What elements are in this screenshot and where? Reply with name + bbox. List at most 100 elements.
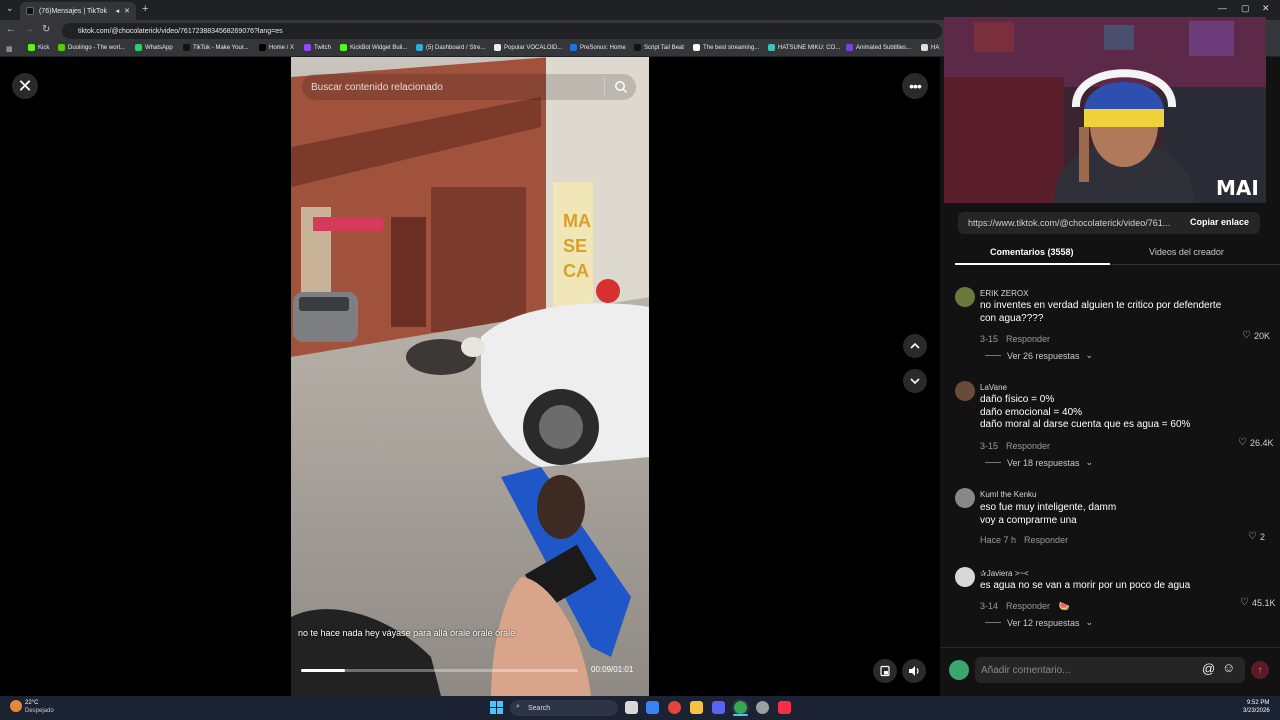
heart-icon: ♡ <box>1240 597 1249 608</box>
like-button[interactable]: ♡ 45.1K <box>1240 597 1276 608</box>
floating-player-button[interactable] <box>873 659 897 683</box>
bookmark-item[interactable]: (5) Dashboard / Stre... <box>416 44 485 51</box>
task-view-icon[interactable] <box>625 701 638 714</box>
file-explorer-icon[interactable] <box>690 701 703 714</box>
clock-date[interactable]: 3/23/2026 <box>1243 708 1270 714</box>
next-video-button[interactable] <box>903 369 927 393</box>
avatar[interactable] <box>955 381 975 401</box>
mention-icon[interactable]: @ <box>1202 661 1215 676</box>
bookmark-item[interactable]: Animated Subtitles... <box>846 44 911 51</box>
bookmark-item[interactable]: WhatsApp <box>135 44 173 51</box>
heart-icon: ♡ <box>1242 330 1251 341</box>
view-replies-button[interactable]: Ver 26 respuestas ⌄ <box>985 350 1093 361</box>
back-icon[interactable]: ← <box>6 24 16 35</box>
arrow-up-icon: ↑ <box>1257 664 1263 676</box>
copy-link-button[interactable]: Copiar enlace <box>1190 217 1249 227</box>
webcam-brand-text: MAI <box>1216 176 1259 200</box>
comment-username[interactable]: LaVane <box>980 383 1007 392</box>
share-link-text: https://www.tiktok.com/@chocolaterick/vi… <box>968 218 1171 228</box>
new-tab-button[interactable]: + <box>142 3 148 15</box>
comment-line: eso fue muy inteligente, damm <box>980 502 1117 513</box>
volume-button[interactable] <box>902 659 926 683</box>
reply-button[interactable]: Responder <box>1024 535 1068 545</box>
more-options-button[interactable]: ••• <box>902 73 928 99</box>
opera-icon[interactable] <box>668 701 681 714</box>
audio-icon[interactable]: ◂ <box>116 7 120 15</box>
chrome-icon[interactable] <box>732 699 749 716</box>
tab-comments[interactable]: Comentarios (3558) <box>990 247 1074 257</box>
bookmark-label: Kick <box>38 44 50 51</box>
bookmark-item[interactable]: HA <box>921 44 939 51</box>
bookmark-item[interactable]: Script Tail Beat <box>634 44 684 51</box>
bookmark-label: PreSonus: Home <box>580 44 626 51</box>
bookmark-favicon-icon <box>416 44 423 51</box>
bookmark-item[interactable]: Duolingo - The worl... <box>58 44 125 51</box>
close-video-button[interactable]: ✕ <box>12 73 38 99</box>
previous-video-button[interactable] <box>903 334 927 358</box>
comment-date: Hace 7 h <box>980 535 1017 545</box>
bookmark-item[interactable]: Popular VOCALOID... <box>494 44 562 51</box>
avatar[interactable] <box>955 488 975 508</box>
maximize-button[interactable]: ▢ <box>1241 3 1250 14</box>
avatar[interactable] <box>955 567 975 587</box>
panel-divider <box>940 647 1280 648</box>
my-avatar[interactable] <box>949 660 969 680</box>
discord-icon[interactable] <box>712 701 725 714</box>
comment-username[interactable]: Kuml the Kenku <box>980 490 1036 499</box>
svg-text:MA: MA <box>563 211 591 231</box>
active-app-indicator <box>733 714 748 716</box>
weather-icon[interactable] <box>10 700 22 712</box>
bookmark-item[interactable]: Twitch <box>304 44 331 51</box>
chevron-down-icon: ⌄ <box>1085 457 1094 467</box>
window-close-button[interactable]: ✕ <box>1262 3 1270 14</box>
bookmark-item[interactable]: Kick <box>28 44 49 51</box>
bookmark-item[interactable]: KickBot Widget Buil... <box>340 44 407 51</box>
reload-icon[interactable]: ↻ <box>42 24 50 35</box>
clock-time[interactable]: 9:52 PM <box>1247 700 1269 706</box>
emoji-icon[interactable]: ☺ <box>1222 660 1235 675</box>
reply-button[interactable]: Responder <box>1006 441 1050 451</box>
tab-list-icon[interactable]: ⌄ <box>6 3 14 14</box>
bookmark-item[interactable]: TikTok - Make Your... <box>183 44 248 51</box>
reply-button[interactable]: Responder <box>1006 334 1050 344</box>
bookmark-item[interactable]: Home / X <box>259 44 294 51</box>
video-frame-street-scene: MA SE CA <box>291 57 649 696</box>
forward-icon[interactable]: → <box>24 24 34 35</box>
view-replies-button[interactable]: Ver 18 respuestas ⌄ <box>985 457 1093 468</box>
avatar[interactable] <box>955 287 975 307</box>
bookmark-item[interactable]: The best streaming... <box>693 44 759 51</box>
music-icon[interactable] <box>778 701 791 714</box>
weather-temp[interactable]: 22°C <box>25 700 38 706</box>
like-button[interactable]: ♡ 26.4K <box>1238 437 1274 448</box>
tab-creator-videos[interactable]: Videos del creador <box>1149 247 1224 257</box>
start-button[interactable] <box>490 701 503 719</box>
add-comment-input[interactable]: Añadir comentario... @ ☺ <box>975 657 1245 683</box>
like-button[interactable]: ♡ 2 <box>1248 531 1265 542</box>
view-replies-button[interactable]: Ver 12 respuestas ⌄ <box>985 617 1093 628</box>
related-search-input[interactable]: Buscar contenido relacionado <box>302 74 636 100</box>
apps-grid-icon[interactable]: ▦ <box>6 45 13 53</box>
bookmark-favicon-icon <box>135 44 142 51</box>
comment-username[interactable]: ✰Javiera >~< <box>980 569 1029 578</box>
search-icon[interactable] <box>614 80 628 99</box>
tab-close-icon[interactable]: ✕ <box>124 7 130 15</box>
bookmark-label: HATSUNE MIKU: CO... <box>778 44 841 51</box>
minimize-button[interactable]: — <box>1218 3 1227 13</box>
search-divider <box>604 78 605 96</box>
browser-tab-active[interactable]: (76)Mensajes | TikTok ◂ ✕ <box>20 2 136 20</box>
comment-username[interactable]: ERIK ZEROX <box>980 289 1028 298</box>
like-button[interactable]: ♡ 20K <box>1242 330 1270 341</box>
video-player[interactable]: MA SE CA <box>291 57 649 696</box>
search-icon: ⌕ <box>516 703 520 710</box>
comment-placeholder: Añadir comentario... <box>981 664 1071 676</box>
settings-icon[interactable] <box>756 701 769 714</box>
edge-icon[interactable] <box>646 701 659 714</box>
url-field[interactable]: tiktok.com/@chocolaterick/video/76172388… <box>62 23 942 39</box>
taskbar-search[interactable]: ⌕ Search <box>510 700 618 716</box>
post-comment-button[interactable]: ↑ <box>1251 661 1269 679</box>
bookmark-item[interactable]: PreSonus: Home <box>570 44 626 51</box>
bookmark-label: Twitch <box>314 44 332 51</box>
reply-button[interactable]: Responder <box>1006 601 1050 611</box>
bookmark-item[interactable]: HATSUNE MIKU: CO... <box>768 44 840 51</box>
like-count: 45.1K <box>1251 597 1276 608</box>
